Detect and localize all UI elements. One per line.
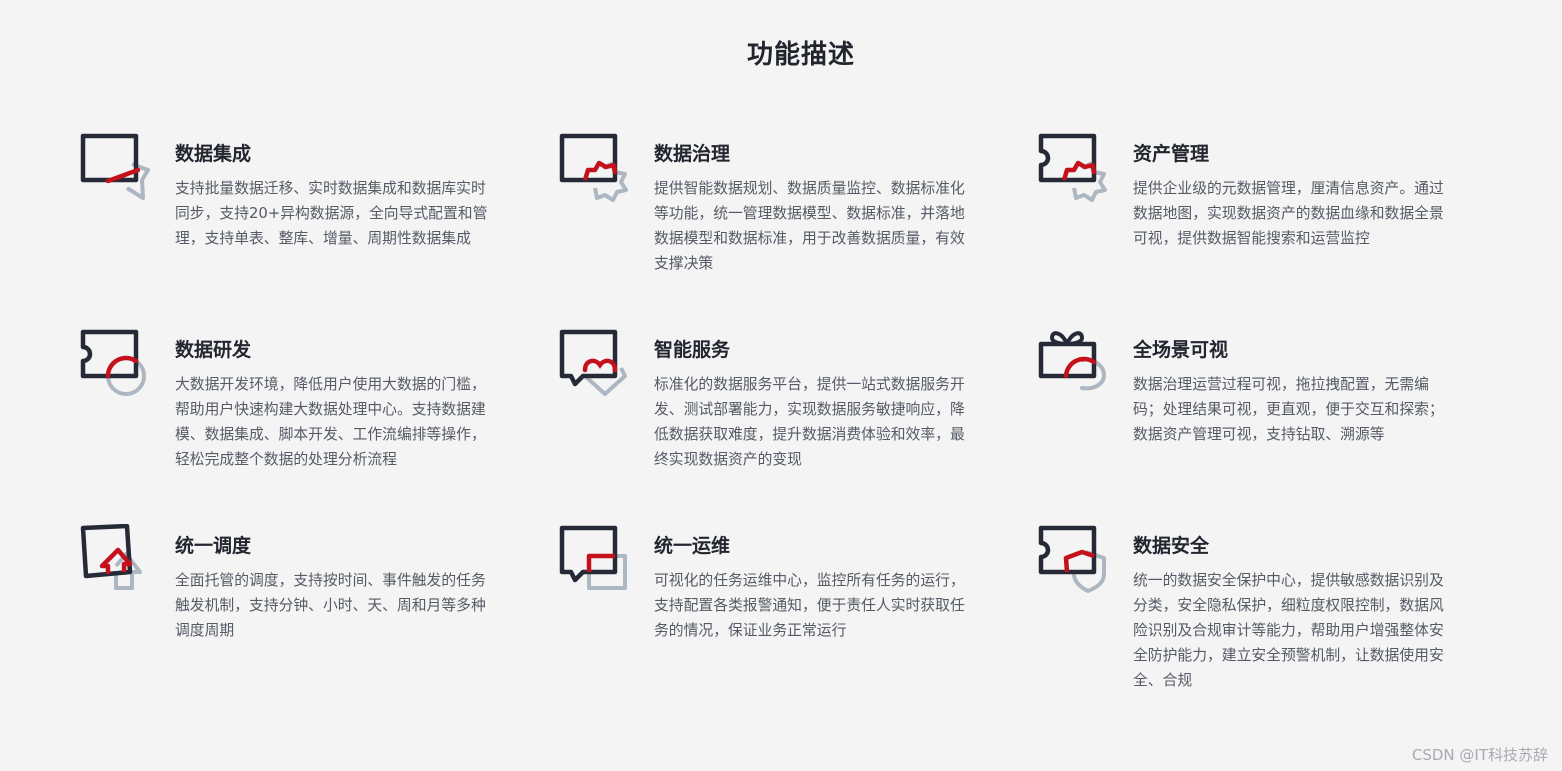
unified-ops-icon (559, 525, 627, 590)
feature-description: 统一的数据安全保护中心，提供敏感数据识别及分类，安全隐私保护，细粒度权限控制，数… (1133, 572, 1444, 689)
feature-data-security: 数据安全 统一的数据安全保护中心，提供敏感数据识别及分类，安全隐私保护，细粒度权… (1038, 522, 1517, 718)
feature-title: 资产管理 (1133, 143, 1210, 165)
feature-data-governance: 数据治理 提供智能数据规划、数据质量监控、数据标准化等功能，统一管理数据模型、数… (559, 130, 1038, 326)
feature-data-integration: 数据集成 支持批量数据迁移、实时数据集成和数据库实时同步，支持20+异构数据源，… (80, 130, 559, 326)
feature-description: 提供企业级的元数据管理，厘清信息资产。通过数据地图，实现数据资产的数据血缘和数据… (1133, 180, 1444, 247)
feature-unified-ops: 统一运维 可视化的任务运维中心，监控所有任务的运行，支持配置各类报警通知，便于责… (559, 522, 1038, 718)
data-security-icon (1038, 525, 1106, 593)
feature-grid: 数据集成 支持批量数据迁移、实时数据集成和数据库实时同步，支持20+异构数据源，… (80, 130, 1517, 718)
feature-title: 数据研发 (175, 339, 252, 361)
feature-unified-scheduling: 统一调度 全面托管的调度，支持按时间、事件触发的任务触发机制，支持分钟、小时、天… (80, 522, 559, 718)
feature-title: 数据集成 (175, 143, 252, 165)
page-title: 功能描述 (746, 40, 855, 70)
full-scene-visual-icon (1038, 331, 1107, 391)
feature-full-scene-visual: 全场景可视 数据治理运营过程可视，拖拉拽配置，无需编码；处理结果可视，更直观，便… (1038, 326, 1517, 522)
unified-scheduling-icon (80, 524, 142, 590)
feature-title: 统一运维 (654, 535, 731, 557)
feature-title: 数据治理 (654, 143, 731, 165)
data-governance-icon (559, 133, 628, 202)
data-development-icon (80, 329, 146, 396)
feature-description: 提供智能数据规划、数据质量监控、数据标准化等功能，统一管理数据模型、数据标准，并… (654, 180, 965, 272)
feature-data-development: 数据研发 大数据开发环境，降低用户使用大数据的门槛，帮助用户快速构建大数据处理中… (80, 326, 559, 522)
feature-description: 大数据开发环境，降低用户使用大数据的门槛，帮助用户快速构建大数据处理中心。支持数… (175, 376, 486, 468)
watermark: CSDN @IT科技苏辞 (1411, 746, 1548, 764)
feature-description: 支持批量数据迁移、实时数据集成和数据库实时同步，支持20+异构数据源，全向导式配… (175, 180, 488, 247)
feature-description: 可视化的任务运维中心，监控所有任务的运行，支持配置各类报警通知，便于责任人实时获… (654, 572, 965, 639)
feature-description: 数据治理运营过程可视，拖拉拽配置，无需编码；处理结果可视，更直观，便于交互和探索… (1133, 376, 1444, 443)
feature-title: 智能服务 (654, 339, 731, 361)
feature-title: 数据安全 (1133, 535, 1210, 557)
feature-smart-service: 智能服务 标准化的数据服务平台，提供一站式数据服务开发、测试部署能力，实现数据服… (559, 326, 1038, 522)
data-integration-icon (80, 133, 150, 200)
smart-service-icon (559, 329, 627, 396)
feature-title: 全场景可视 (1133, 339, 1229, 361)
feature-description: 标准化的数据服务平台，提供一站式数据服务开发、测试部署能力，实现数据服务敏捷响应… (654, 376, 965, 468)
feature-description: 全面托管的调度，支持按时间、事件触发的任务触发机制，支持分钟、小时、天、周和月等… (175, 572, 486, 639)
feature-asset-management: 资产管理 提供企业级的元数据管理，厘清信息资产。通过数据地图，实现数据资产的数据… (1038, 130, 1517, 326)
asset-management-icon (1038, 133, 1107, 202)
feature-title: 统一调度 (175, 535, 252, 557)
